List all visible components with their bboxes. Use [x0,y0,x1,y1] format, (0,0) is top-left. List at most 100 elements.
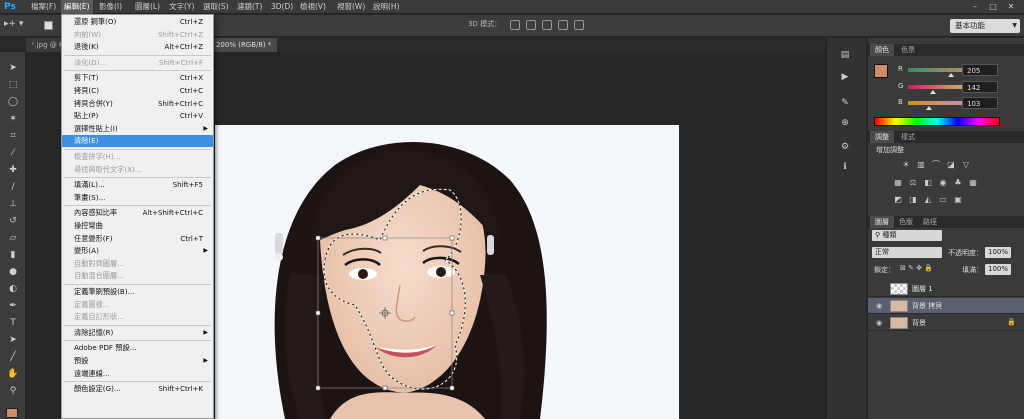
edit-menu-item[interactable]: Adobe PDF 預設... [62,342,213,354]
fill-input[interactable]: 100% [985,264,1011,275]
menu-filter[interactable]: 濾鏡(T) [234,0,265,14]
layer-row[interactable]: ◉ 背景 🔒 [868,315,1024,331]
eye-icon[interactable]: ◉ [874,318,884,328]
move-tool-icon[interactable]: ▸+ ▾ [4,19,24,33]
layer-name[interactable]: 圖層 1 [912,281,933,297]
edit-menu-item[interactable]: 操控彎曲 [62,220,213,232]
maximize-icon[interactable]: □ [986,1,1000,12]
path-select-tool-icon[interactable]: ➤ [5,334,21,347]
curves-icon[interactable]: ⌒ [931,160,941,170]
actions-panel-icon[interactable]: ▶ [835,72,855,86]
edit-menu-item[interactable]: 筆畫(S)... [62,192,213,204]
3d-scale-icon[interactable] [574,20,584,30]
3d-slide-icon[interactable] [558,20,568,30]
edit-menu-item[interactable]: 清除記憶(R) ▶ [62,327,213,339]
selective-color-icon[interactable]: ▣ [953,195,963,205]
edit-menu-item[interactable]: 變形(A) ▶ [62,245,213,257]
threshold-icon[interactable]: ◭ [923,195,933,205]
history-panel-icon[interactable]: ▤ [835,50,855,64]
edit-menu-item[interactable]: 貼上(P) Ctrl+V [62,110,213,122]
blend-mode-select[interactable]: 正常 [872,247,942,258]
edit-menu-item[interactable]: 內容感知比率 Alt+Shift+Ctrl+C [62,207,213,219]
photo-filter-icon[interactable]: ◉ [938,178,948,188]
invert-icon[interactable]: ◩ [893,195,903,205]
edit-menu-item[interactable]: 定義筆刷預設(B)... [62,286,213,298]
edit-menu-item[interactable]: 任意變形(F) Ctrl+T [62,233,213,245]
lock-icons[interactable]: ⊠ ✎ ✥ 🔒 [900,264,933,272]
levels-icon[interactable]: ▥ [916,160,926,170]
tab-paths[interactable]: 路徑 [918,216,942,228]
g-value[interactable]: 142 [962,81,998,93]
edit-menu-item[interactable]: 剪下(T) Ctrl+X [62,72,213,84]
eyedropper-tool-icon[interactable]: ⁄ [5,147,21,160]
menu-edit[interactable]: 編輯(E) [61,0,93,14]
exposure-icon[interactable]: ◪ [946,160,956,170]
brush-tool-icon[interactable]: ∕ [5,181,21,194]
blur-tool-icon[interactable]: ● [5,266,21,279]
clone-source-icon[interactable]: ⊕ [835,118,855,132]
workspace-select[interactable]: 基本功能 ▼ [950,19,1020,33]
color-lookup-icon[interactable]: ▦ [968,178,978,188]
layer-name[interactable]: 背景 拷貝 [912,298,942,314]
menu-file[interactable]: 檔案(F) [28,0,59,14]
healing-tool-icon[interactable]: ✚ [5,164,21,177]
brightness-icon[interactable]: ☀ [901,160,911,170]
menu-layer[interactable]: 圖層(L) [132,0,163,14]
history-brush-tool-icon[interactable]: ↺ [5,215,21,228]
auto-select-checkbox[interactable] [44,21,53,30]
gradient-map-icon[interactable]: ▭ [938,195,948,205]
layer-row[interactable]: ◉ 背景 拷貝 [868,298,1024,314]
black-white-icon[interactable]: ◧ [923,178,933,188]
tab-styles[interactable]: 樣式 [896,131,920,143]
b-value[interactable]: 103 [962,97,998,109]
document-canvas[interactable] [215,125,679,419]
spectrum-bar[interactable] [874,117,1000,126]
r-slider-thumb[interactable] [948,73,954,77]
3d-rotate-icon[interactable] [510,20,520,30]
g-slider-thumb[interactable] [930,90,936,94]
menu-select[interactable]: 選取(S) [200,0,232,14]
info-panel-icon[interactable]: ℹ [835,162,855,176]
menu-view[interactable]: 檢視(V) [297,0,329,14]
magic-wand-tool-icon[interactable]: ✶ [5,113,21,126]
properties-panel-icon[interactable]: ⚙ [835,142,855,156]
layer-name[interactable]: 背景 [912,315,926,331]
minimize-icon[interactable]: – [968,1,982,12]
menu-3d[interactable]: 3D(D) [268,0,296,14]
tab-channels[interactable]: 色版 [894,216,918,228]
vibrance-icon[interactable]: ▽ [961,160,971,170]
menu-image[interactable]: 影像(I) [96,0,125,14]
channel-mixer-icon[interactable]: ♣ [953,178,963,188]
edit-menu-item[interactable]: 選擇性貼上(I) ▶ [62,123,213,135]
color-balance-icon[interactable]: ⚖ [908,178,918,188]
tab-color[interactable]: 顏色 [870,44,894,56]
lasso-tool-icon[interactable]: ◯ [5,96,21,109]
close-icon[interactable]: ✕ [1004,1,1018,12]
edit-menu-item[interactable]: 預設 ▶ [62,355,213,367]
edit-menu-item[interactable]: 拷貝合併(Y) Shift+Ctrl+C [62,98,213,110]
edit-menu-item[interactable]: 填滿(L)... Shift+F5 [62,179,213,191]
r-value[interactable]: 205 [962,64,998,76]
eye-icon[interactable] [874,284,884,294]
tab-layers[interactable]: 圖層 [870,216,894,228]
move-tool-icon[interactable]: ➤ [5,62,21,75]
tab-swatches[interactable]: 色票 [896,44,920,56]
3d-drag-icon[interactable] [542,20,552,30]
posterize-icon[interactable]: ◨ [908,195,918,205]
menu-window[interactable]: 視窗(W) [334,0,368,14]
menu-help[interactable]: 說明(H) [370,0,403,14]
dodge-tool-icon[interactable]: ◐ [5,283,21,296]
b-slider-thumb[interactable] [926,106,932,110]
layer-row[interactable]: 圖層 1 [868,281,1024,297]
hue-icon[interactable]: ▦ [893,178,903,188]
opacity-input[interactable]: 100% [985,247,1011,258]
layer-kind-filter[interactable]: ⚲ 種類 [872,230,942,241]
pen-tool-icon[interactable]: ✒ [5,300,21,313]
edit-menu-item[interactable]: 還原 鋼筆(O) Ctrl+Z [62,16,213,28]
stamp-tool-icon[interactable]: ⊥ [5,198,21,211]
edit-menu-item[interactable]: 清除(E) [62,135,213,148]
edit-menu-item[interactable]: 遠端連線... [62,368,213,380]
marquee-tool-icon[interactable]: ⬚ [5,79,21,92]
crop-tool-icon[interactable]: ⌗ [5,130,21,143]
hand-tool-icon[interactable]: ✋ [5,368,21,381]
